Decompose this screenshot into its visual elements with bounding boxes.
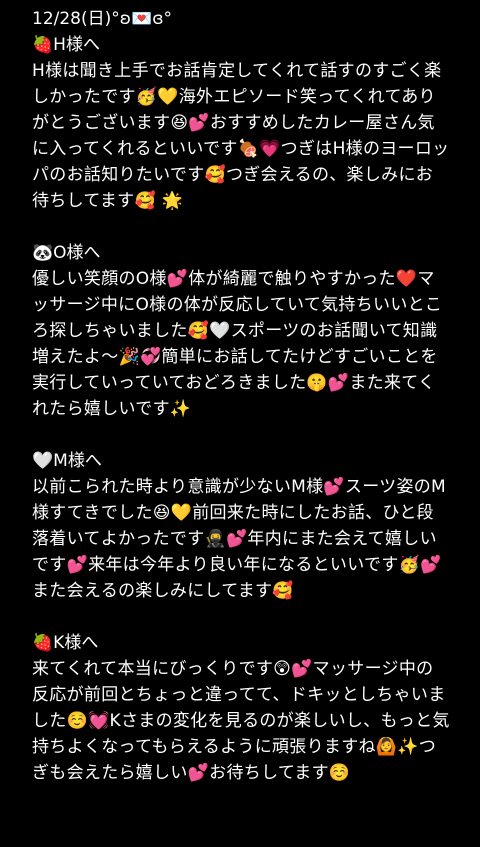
message-body-h: H様は聞き上手でお話肯定してくれて話すのすごく楽しかったです🥳💛海外エピソード笑… — [32, 61, 450, 211]
message-o: 🐼O様へ 優しい笑顔のO様💕体が綺麗で触りやすかった❤️マッサージ中にO様の体が… — [32, 240, 450, 422]
date-header: 12/28(日)°ʚ💌ɞ° — [32, 9, 173, 29]
message-body-o: 優しい笑顔のO様💕体が綺麗で触りやすかった❤️マッサージ中にO様の体が反応してい… — [32, 269, 443, 419]
message-body-m: 以前こられた時より意識が少ないM様💕スーツ姿のM様すてきでした😆💛前回来た時にし… — [32, 477, 447, 601]
message-title-o: 🐼O様へ — [32, 243, 101, 263]
message-k: 🍓K様へ 来てくれて本当にびっくりです😲💕マッサージ中の反応が前回とちょっと違っ… — [32, 630, 450, 786]
message-title-h: 🍓H様へ — [32, 35, 100, 55]
message-title-k: 🍓K様へ — [32, 633, 99, 653]
message-body-k: 来てくれて本当にびっくりです😲💕マッサージ中の反応が前回とちょっと違ってて、ドキ… — [32, 659, 450, 783]
message-m: 🤍M様へ 以前こられた時より意識が少ないM様💕スーツ姿のM様すてきでした😆💛前回… — [32, 448, 450, 604]
message-h: 🍓H様へ H様は聞き上手でお話肯定してくれて話すのすごく楽しかったです🥳💛海外エ… — [32, 32, 450, 214]
message-title-m: 🤍M様へ — [32, 451, 102, 471]
message-page: 12/28(日)°ʚ💌ɞ° 🍓H様へ H様は聞き上手でお話肯定してくれて話すのす… — [0, 0, 480, 847]
